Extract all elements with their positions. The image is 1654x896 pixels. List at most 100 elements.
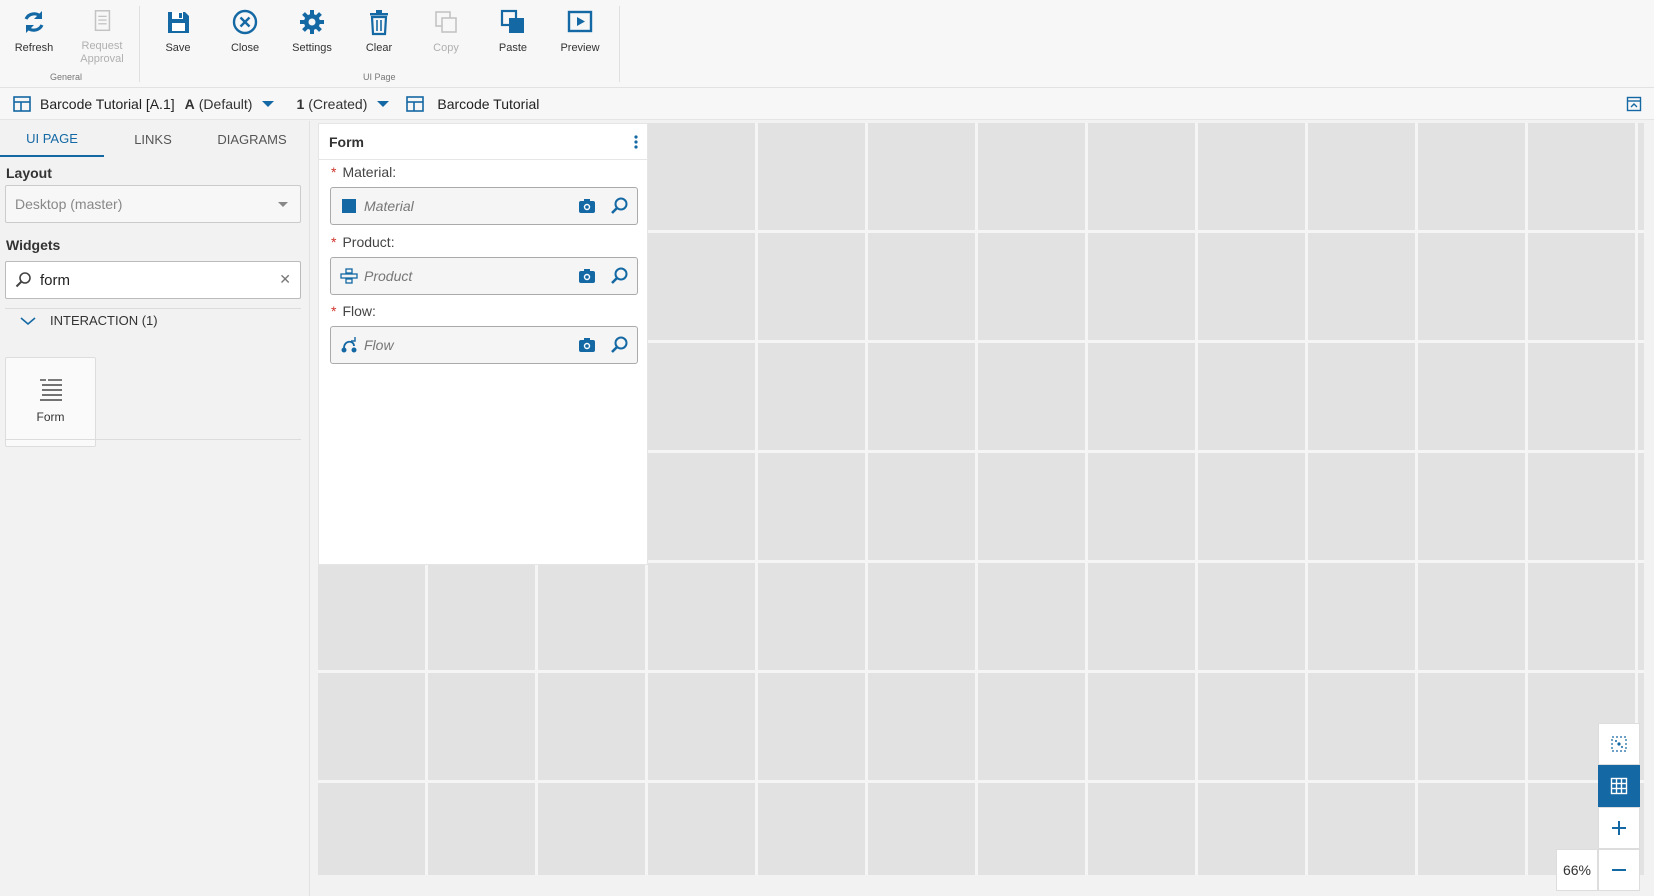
flow-placeholder: Flow [364,337,394,353]
widget-search: ✕ [5,261,301,299]
form-widget-header: Form [319,124,647,160]
tab-ui-page[interactable]: UI PAGE [0,121,104,157]
group-label-ui-page: UI Page [363,72,396,82]
copy-icon [435,11,457,33]
clear-button[interactable]: Clear [347,4,411,66]
minus-icon [1612,869,1626,871]
flow-label: * Flow: [331,303,376,319]
request-approval-button[interactable]: Request Approval [70,4,134,66]
close-circle-icon [232,9,258,35]
copy-button[interactable]: Copy [414,4,478,66]
version-dropdown[interactable] [262,100,275,107]
search-icon[interactable] [609,335,629,355]
search-icon[interactable] [609,266,629,286]
layout-title: Layout [6,165,52,181]
product-placeholder: Product [364,268,413,284]
tab-diagrams[interactable]: DIAGRAMS [202,121,302,157]
trash-icon [370,10,388,36]
widget-item-form[interactable]: Form [5,357,96,447]
clear-label: Clear [365,42,393,54]
form-list-icon [39,379,62,401]
revision-dropdown[interactable] [377,100,390,107]
product-field[interactable]: Product [330,257,638,295]
fit-to-screen-button[interactable] [1598,723,1640,765]
refresh-icon [24,11,44,33]
tab-links[interactable]: LINKS [104,121,202,157]
camera-icon[interactable] [577,336,597,354]
close-button[interactable]: Close [213,4,277,66]
clear-search-icon[interactable]: ✕ [279,271,291,288]
page-layout-icon [13,95,31,112]
divider [5,439,301,440]
widget-item-label: Form [36,410,65,424]
version-label: (Default) [198,95,253,112]
zoom-out-button[interactable] [1598,849,1640,891]
save-label: Save [165,42,191,54]
settings-button[interactable]: Settings [280,4,344,66]
left-panel: UI PAGE LINKS DIAGRAMS Layout Desktop (m… [0,121,310,896]
material-placeholder: Material [364,198,414,214]
save-icon [168,12,189,33]
material-square-icon [342,199,356,213]
product-label: * Product: [331,234,395,250]
preview-label: Preview [560,42,600,54]
grid-icon [1610,777,1628,795]
play-icon [567,10,593,33]
save-button[interactable]: Save [146,4,210,66]
widgets-title: Widgets [6,237,61,253]
divider [5,308,301,309]
panel-tabs: UI PAGE LINKS DIAGRAMS [0,121,310,157]
close-label: Close [230,42,260,54]
revision-label: (Created) [308,95,368,112]
paste-label: Paste [498,42,528,54]
search-icon [15,272,31,288]
request-approval-label: Request Approval [80,40,124,65]
product-icon [340,268,358,284]
plus-icon [1612,821,1626,835]
paste-icon [500,9,524,33]
required-marker: * [331,303,337,319]
page-title: Barcode Tutorial [437,95,540,112]
kebab-menu-icon[interactable] [633,134,639,150]
material-label: * Material: [331,164,397,180]
flow-icon [341,337,357,353]
material-field[interactable]: Material [330,187,638,225]
required-marker: * [331,234,337,250]
copy-label: Copy [433,42,459,54]
version-letter: A [184,95,195,112]
search-icon[interactable] [609,196,629,216]
canvas-footer [310,876,1654,896]
zoom-level: 66% [1556,849,1598,891]
layout-select[interactable]: Desktop (master) [5,185,301,223]
document-icon [94,10,111,32]
form-widget-title: Form [329,133,364,150]
toolbar: Refresh Request Approval General Save Cl… [0,0,1654,88]
paste-button[interactable]: Paste [481,4,545,66]
layout-select-value: Desktop (master) [15,196,123,212]
camera-icon[interactable] [577,267,597,285]
gear-icon [300,10,324,34]
group-label-general: General [50,72,83,82]
chevron-down-icon [20,316,36,325]
toolbar-separator [619,6,620,82]
toolbar-separator [139,6,140,82]
revision-number: 1 [296,95,305,112]
widget-search-input[interactable] [40,271,270,289]
toggle-grid-button[interactable] [1598,765,1640,807]
page-layout-icon [406,95,425,112]
form-widget[interactable]: Form * Material: Material * Product: Produ… [318,123,648,565]
refresh-button[interactable]: Refresh [2,4,66,66]
zoom-in-button[interactable] [1598,807,1640,849]
collapse-header-icon[interactable] [1626,96,1642,112]
settings-label: Settings [292,42,332,54]
refresh-label: Refresh [14,42,54,54]
flow-field[interactable]: Flow [330,326,638,364]
preview-button[interactable]: Preview [548,4,612,66]
page-name: Barcode Tutorial [A.1] [40,95,175,112]
interaction-group-label: INTERACTION (1) [50,313,158,328]
required-marker: * [331,164,337,180]
interaction-group-header[interactable]: INTERACTION (1) [20,313,158,328]
fit-screen-icon [1611,736,1627,752]
breadcrumb: Barcode Tutorial [A.1] A (Default) 1 (Cr… [0,88,1654,120]
camera-icon[interactable] [577,197,597,215]
